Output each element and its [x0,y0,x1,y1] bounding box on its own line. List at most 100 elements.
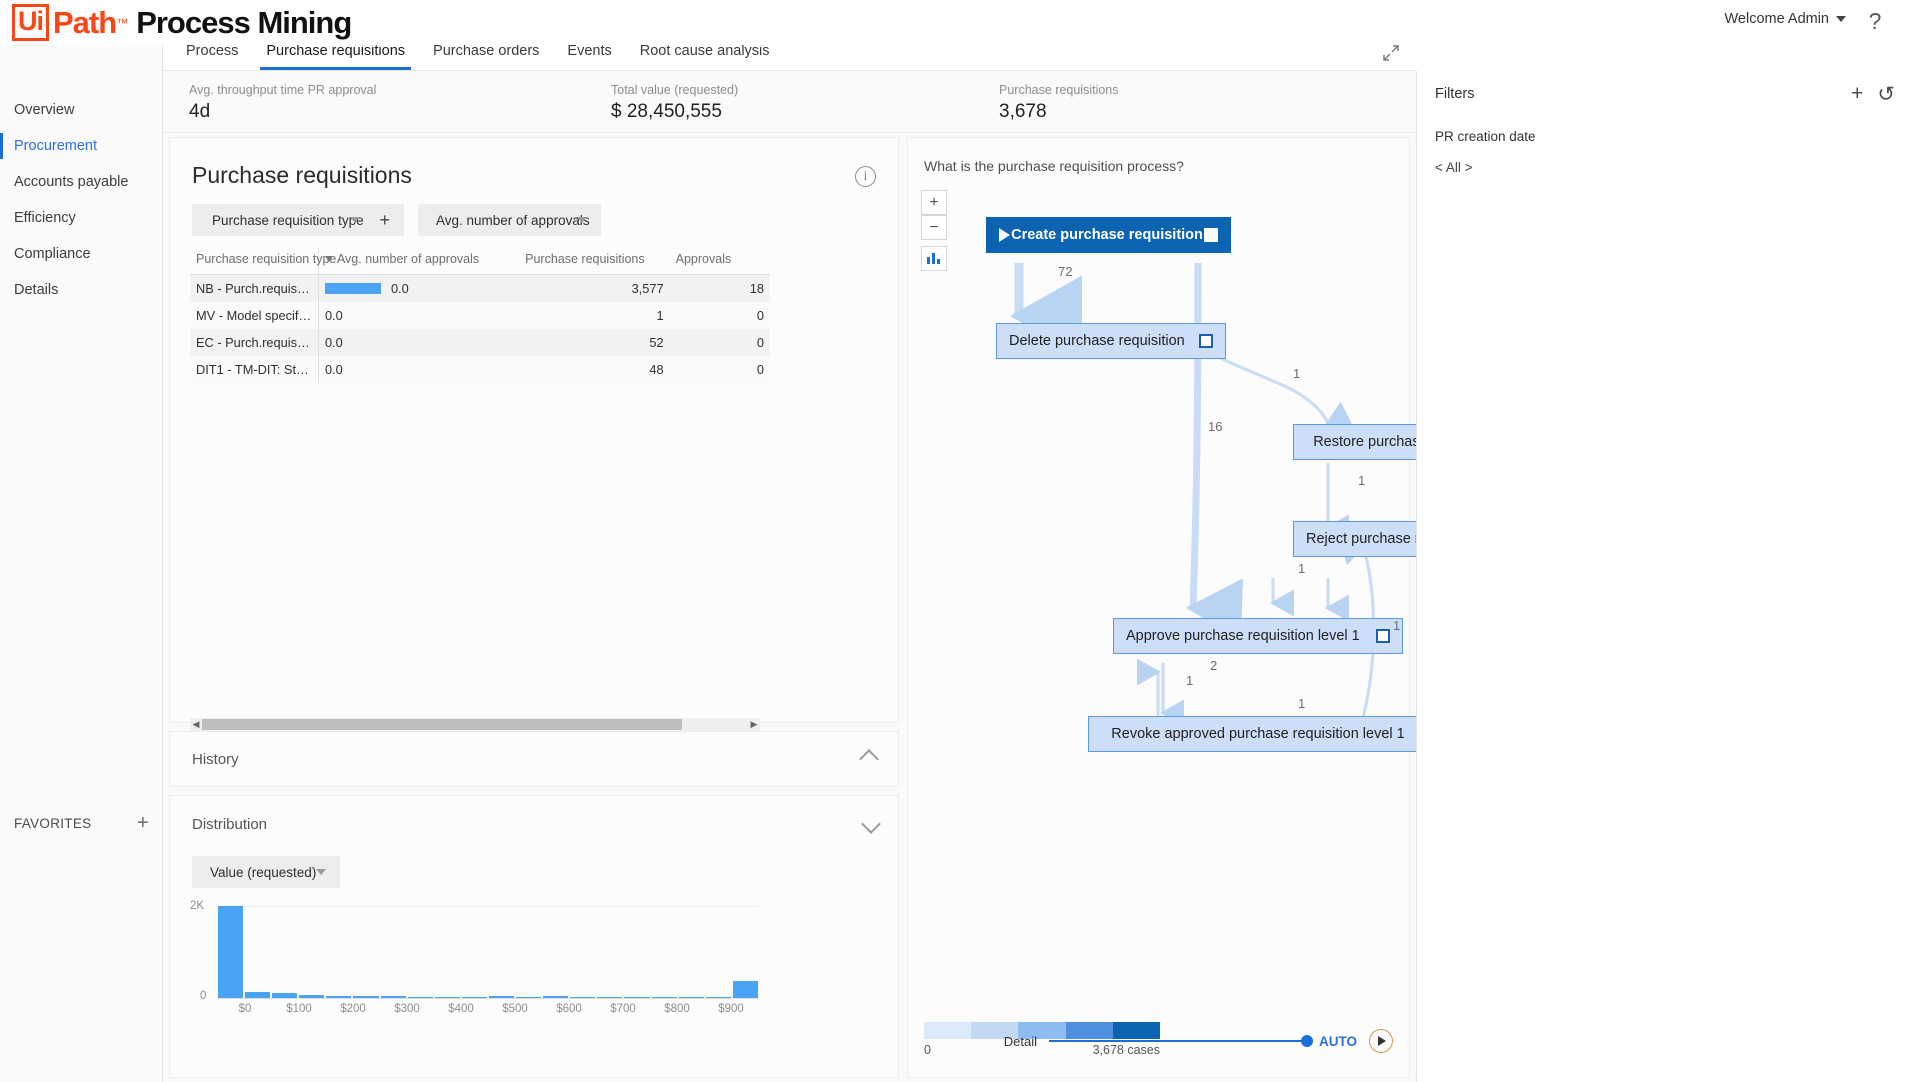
history-section[interactable]: History [169,731,899,787]
sort-desc-icon [325,256,333,262]
cell-approvals: 0 [670,302,770,329]
filters-panel: Filters + ↺ PR creation date < All > [1416,71,1906,1082]
kpi-purchase-requisitions: Purchase requisitions 3,678 [999,83,1119,123]
edge-label-approve-to-revoke: 2 [1210,658,1217,673]
sidebar-item-accounts-payable[interactable]: Accounts payable [0,164,162,200]
chevron-up-icon[interactable] [859,749,879,769]
cell-type: DIT1 - TM-DIT: Standard ... [190,356,318,383]
chevron-down-icon[interactable] [861,814,881,834]
column-header-avg-approvals[interactable]: Avg. number of approvals [318,248,519,275]
tab-process[interactable]: Process [172,43,252,70]
node-label: Create purchase requisition [1011,227,1203,243]
graph-node-delete-purchase-requisition[interactable]: Delete purchase requisition [996,323,1226,359]
node-label: Delete purchase requisition [1009,333,1185,349]
play-button[interactable] [1369,1029,1393,1053]
x-tick-label: $800 [650,1003,704,1015]
graph-node-approve-purchase-requisition-level-1[interactable]: Approve purchase requisition level 1 [1113,618,1403,654]
scroll-right-icon[interactable]: ▶ [748,719,760,730]
tab-purchase-orders[interactable]: Purchase orders [419,43,553,70]
avg-value: 0.0 [325,308,343,323]
uipath-logo: Ui Path ™ Process Mining [12,4,351,41]
sidebar-item-compliance[interactable]: Compliance [0,236,162,272]
node-label: Revoke approved purchase requisition lev… [1111,726,1404,742]
column-header-approvals[interactable]: Approvals [670,248,770,275]
kpi-avg-throughput: Avg. throughput time PR approval 4d [189,83,376,123]
detail-slider[interactable] [1049,1040,1307,1042]
node-label: Approve purchase requisition level 1 [1126,628,1360,644]
scroll-left-icon[interactable]: ◀ [190,719,202,730]
auto-toggle[interactable]: AUTO [1319,1034,1357,1049]
metric-dropdown[interactable]: Avg. number of approvals [418,204,601,236]
column-header-requisitions[interactable]: Purchase requisitions [519,248,670,275]
node-square-icon [1204,228,1218,242]
sidebar-item-efficiency[interactable]: Efficiency [0,200,162,236]
add-filter-button[interactable]: + [1851,82,1863,106]
chevron-down-icon [1836,16,1846,22]
scrollbar-track[interactable] [202,719,748,730]
add-favorite-button[interactable]: + [137,813,149,833]
kpi-label: Purchase requisitions [999,83,1119,97]
avg-bar [325,283,381,294]
user-menu-label: Welcome Admin [1725,11,1830,27]
kpi-value: 3,678 [999,101,1119,123]
table-row[interactable]: MV - Model specification0.010 [190,302,770,329]
histogram-bar [218,906,243,998]
x-tick-label: $500 [488,1003,542,1015]
play-icon [999,228,1010,242]
info-icon[interactable]: i [855,166,876,187]
kpi-value: $ 28,450,555 [611,101,738,123]
cell-avg-approvals: 0.0 [318,329,519,356]
distribution-metric-dropdown[interactable]: Value (requested) [192,856,340,888]
x-tick-label: $900 [704,1003,758,1015]
purchase-requisition-type-dropdown[interactable]: Purchase requisition type + [192,204,404,236]
purchase-requisitions-panel: Purchase requisitions i Purchase requisi… [169,137,899,723]
main-content: Purchase requisitions i Purchase requisi… [163,133,1416,1082]
column-header-type[interactable]: Purchase requisition type [190,248,318,275]
table-row[interactable]: EC - Purch.requis. EBP 0.0 520 [190,329,770,356]
edge-label-revoke-to-reject: 1 [1393,618,1400,633]
left-column: Purchase requisitions i Purchase requisi… [169,137,899,1078]
graph-node-create-purchase-requisition[interactable]: Create purchase requisition [986,217,1231,253]
purchase-requisitions-table: Purchase requisition type Avg. number of… [170,248,900,383]
cell-avg-approvals: 0.0 [318,356,519,383]
cell-type: EC - Purch.requis. EBP [190,329,318,356]
chevron-down-icon [350,217,360,223]
table-row[interactable]: NB - Purch.requis. Stand.0.03,57718 [190,275,770,303]
edge-label-create-to-approve: 16 [1208,419,1222,434]
tab-purchase-requisitions[interactable]: Purchase requisitions [252,43,419,70]
filter-field-value[interactable]: < All > [1435,160,1536,175]
table-horizontal-scrollbar[interactable]: ◀ ▶ [190,718,760,731]
graph-node-revoke-approved-purchase-requisition-level-1[interactable]: Revoke approved purchase requisition lev… [1088,716,1428,752]
legend-swatch-1 [924,1022,971,1039]
filters-body: PR creation date < All > [1435,129,1536,175]
table-row[interactable]: DIT1 - TM-DIT: Standard ...0.0480 [190,356,770,383]
sidebar-item-procurement[interactable]: Procurement [0,128,162,164]
scrollbar-thumb[interactable] [202,719,682,730]
distribution-header[interactable]: Distribution [170,796,900,852]
reset-filters-button[interactable]: ↺ [1877,82,1895,107]
sidebar-item-overview[interactable]: Overview [0,92,162,128]
cell-approvals: 0 [670,329,770,356]
detail-slider-label: Detail [1004,1034,1037,1049]
edge-label-delete-to-restore: 1 [1293,366,1300,381]
edge-label-extra: 1 [1298,696,1305,711]
detail-slider-group: Detail AUTO [1004,1029,1393,1053]
history-title: History [192,751,239,768]
expand-icon[interactable] [1382,44,1400,62]
graph-edges [908,138,1411,1079]
y-tick-0: 0 [200,990,206,1002]
add-dimension-button[interactable]: + [379,210,390,231]
kpi-total-value: Total value (requested) $ 28,450,555 [611,83,738,123]
tab-events[interactable]: Events [553,43,625,70]
detail-slider-knob[interactable] [1301,1035,1313,1047]
tab-root-cause-analysis[interactable]: Root cause analysis [626,43,784,70]
node-square-icon [1199,334,1213,348]
help-icon[interactable]: ? [1862,8,1888,34]
sidebar-item-details[interactable]: Details [0,272,162,308]
process-graph-panel: What is the purchase requisition process… [907,137,1410,1078]
play-icon [1378,1036,1386,1046]
user-menu[interactable]: Welcome Admin [1725,11,1847,27]
cell-requisitions: 52 [519,329,670,356]
kpi-label: Total value (requested) [611,83,738,97]
avg-value: 0.0 [325,335,343,350]
